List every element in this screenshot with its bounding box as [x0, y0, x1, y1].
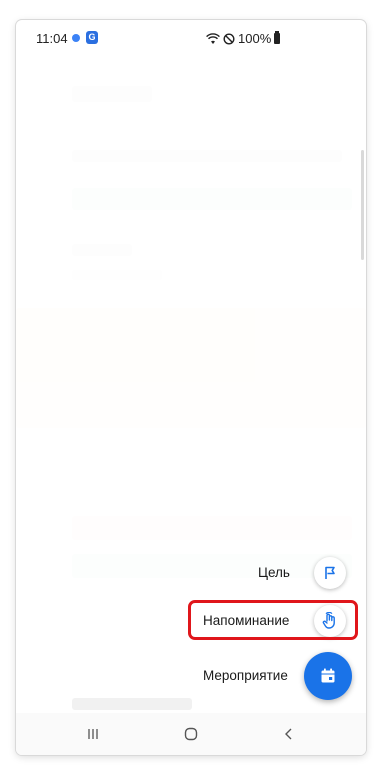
reminder-highlight-box — [188, 600, 358, 640]
wifi-icon — [206, 32, 220, 44]
do-not-disturb-icon — [223, 32, 235, 45]
battery-icon — [274, 31, 281, 44]
fab-goal-label: Цель — [258, 565, 290, 580]
status-bar: 11:04 G 100% — [16, 20, 366, 58]
calendar-event-icon — [321, 668, 335, 683]
phone-screen: 11:04 G 100% Цель Напоминание Мероприяти… — [16, 20, 366, 755]
home-icon — [184, 727, 198, 741]
notification-dot-icon — [72, 34, 80, 42]
back-button[interactable] — [274, 723, 304, 745]
event-button[interactable] — [304, 652, 352, 700]
home-button[interactable] — [176, 723, 206, 745]
recents-button[interactable] — [78, 723, 108, 745]
fab-event-label: Мероприятие — [203, 668, 288, 683]
status-icons: 100% — [206, 31, 281, 46]
battery-percent: 100% — [238, 31, 272, 46]
system-nav-bar — [16, 713, 366, 755]
status-time: 11:04 — [36, 31, 68, 46]
app-notification-icon: G — [86, 31, 98, 44]
fab-item-event[interactable]: Мероприятие — [203, 668, 288, 683]
flag-icon — [325, 566, 335, 579]
recents-icon — [88, 729, 98, 739]
fab-item-goal[interactable]: Цель — [258, 565, 290, 580]
scrollbar[interactable] — [361, 150, 364, 260]
ghost-row — [72, 698, 192, 710]
back-icon — [285, 728, 292, 740]
goal-button[interactable] — [314, 557, 346, 589]
